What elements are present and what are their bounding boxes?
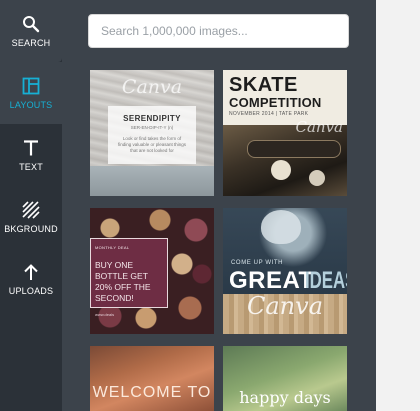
layout-thumbnail-great-ideas[interactable]: COME UP WITH GREAT IDEAS Canva	[223, 208, 347, 334]
layout-date: NOVEMBER 2014 | TATE PARK	[229, 111, 309, 117]
flower-bloom	[261, 210, 301, 244]
sidebar-item-label: UPLOADS	[8, 286, 54, 296]
layout-offer: BUY ONE BOTTLE GET 20% OFF THE SECOND!	[95, 260, 151, 303]
layout-title: happy days	[239, 388, 331, 407]
layout-subtitle: SER-EN-DIP-IT-Y (n)	[130, 125, 174, 130]
canva-watermark: Canva	[121, 76, 183, 98]
sidebar-item-search[interactable]: SEARCH	[0, 0, 62, 62]
sidebar: SEARCH LAYOUTS TEXT BKGROUND UPLOADS	[0, 0, 62, 411]
layout-title: SKATE	[229, 74, 298, 96]
layout-title: SERENDIPITY	[123, 114, 181, 123]
sidebar-item-label: LAYOUTS	[9, 100, 53, 110]
search-icon	[21, 14, 41, 34]
sidebar-item-label: TEXT	[19, 162, 43, 172]
text-card: SERENDIPITY SER-EN-DIP-IT-Y (n) Look or …	[108, 106, 196, 164]
layout-thumbnail-happy-days[interactable]: happy days	[223, 346, 347, 411]
background-icon	[21, 200, 41, 220]
sidebar-item-background[interactable]: BKGROUND	[0, 186, 62, 248]
text-icon	[21, 138, 41, 158]
layout-title: WELCOME TO	[92, 384, 212, 401]
layout-label: MONTHLY DEAL	[95, 245, 130, 250]
skateboard-deck	[247, 140, 341, 158]
sidebar-item-uploads[interactable]: UPLOADS	[0, 248, 62, 310]
layout-footer: www.deals	[95, 312, 115, 317]
layout-title-accent: IDEAS	[305, 267, 347, 294]
sidebar-item-text[interactable]: TEXT	[0, 124, 62, 186]
canva-watermark: Canva	[247, 292, 323, 320]
skateboard-wheel	[309, 170, 325, 186]
skateboard-wheel	[271, 160, 291, 180]
sidebar-item-label: SEARCH	[11, 38, 51, 48]
layout-thumbnail-welcome[interactable]: WELCOME TO	[90, 346, 214, 411]
layout-body: Look or find takes the form of finding v…	[117, 136, 187, 153]
layout-label: COME UP WITH	[231, 260, 284, 266]
canva-watermark: Canva	[295, 118, 344, 136]
layouts-icon	[21, 76, 41, 96]
layout-title: GREAT	[229, 267, 314, 294]
search-input[interactable]: Search 1,000,000 images...	[88, 14, 349, 48]
uploads-icon	[21, 262, 41, 282]
sea-photo	[90, 166, 214, 196]
sidebar-item-label: BKGROUND	[4, 224, 58, 234]
offer-card: MONTHLY DEAL BUY ONE BOTTLE GET 20% OFF …	[90, 238, 168, 317]
sidebar-item-layouts[interactable]: LAYOUTS	[0, 62, 62, 124]
canvas-area	[376, 0, 420, 411]
layout-thumbnail-wine[interactable]: MONTHLY DEAL BUY ONE BOTTLE GET 20% OFF …	[90, 208, 214, 334]
layout-subtitle: COMPETITION	[229, 95, 322, 110]
layout-thumbnail-skate[interactable]: SKATE COMPETITION NOVEMBER 2014 | TATE P…	[223, 70, 347, 196]
layout-thumbnail-serendipity[interactable]: Canva SERENDIPITY SER-EN-DIP-IT-Y (n) Lo…	[90, 70, 214, 196]
search-placeholder: Search 1,000,000 images...	[101, 24, 248, 38]
